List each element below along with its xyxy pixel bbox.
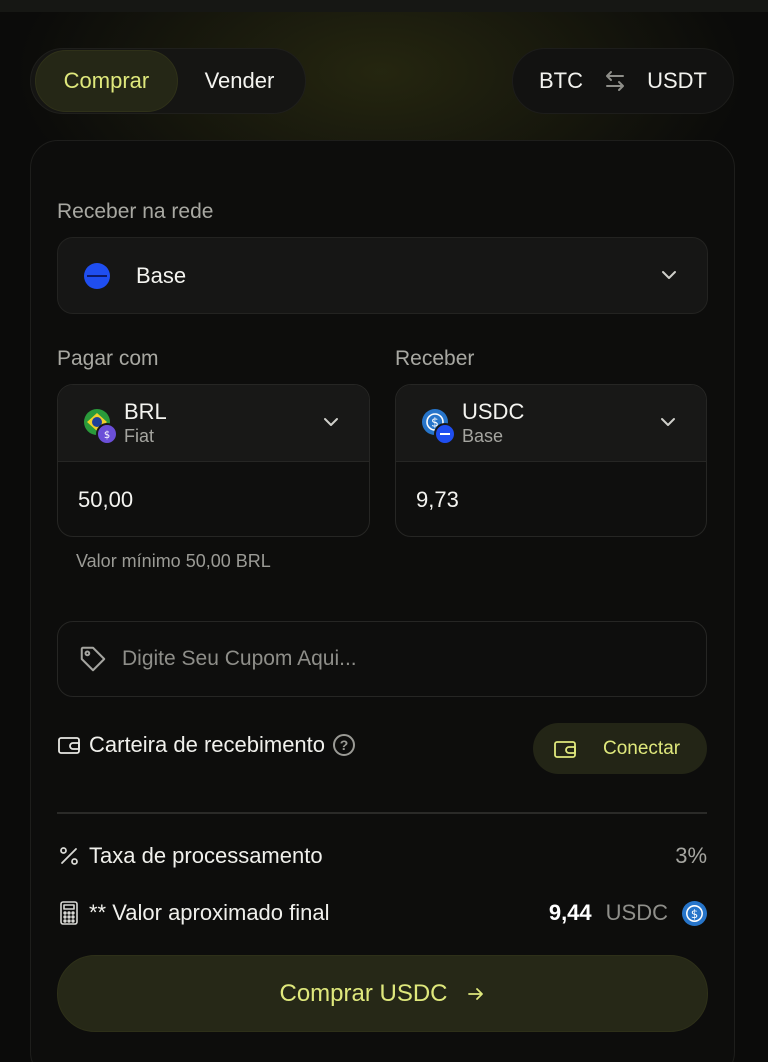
receive-box: $ USDC Base: [395, 384, 707, 537]
help-icon[interactable]: ?: [333, 734, 356, 756]
network-value: Base: [136, 262, 187, 288]
pay-amount-input[interactable]: [58, 462, 369, 536]
receive-amount-input[interactable]: [396, 462, 706, 536]
receive-label: Receber: [395, 347, 475, 370]
usdc-coin-icon: $: [422, 409, 456, 445]
calculator-icon: [60, 901, 78, 925]
pay-currency-code: BRL: [124, 399, 167, 424]
chevron-down-icon: [661, 418, 675, 426]
final-value-label: ** Valor aproximado final: [89, 900, 330, 925]
wallet-icon: [58, 737, 80, 754]
svg-text:$: $: [691, 906, 698, 920]
tag-icon: [80, 646, 106, 672]
top-bar: [0, 0, 768, 12]
svg-text:$: $: [104, 430, 110, 440]
fee-label: Taxa de processamento: [89, 843, 323, 868]
base-network-icon: [84, 262, 110, 289]
pay-box: $ BRL Fiat: [57, 384, 370, 537]
coupon-field[interactable]: [57, 621, 707, 697]
connect-wallet-button[interactable]: Conectar: [533, 723, 707, 774]
connect-label: Conectar: [603, 737, 681, 759]
pay-currency-select[interactable]: $ BRL Fiat: [58, 385, 369, 462]
chevron-down-icon: [662, 270, 676, 279]
fee-row: Taxa de processamento 3%: [57, 843, 707, 869]
network-label: Receber na rede: [57, 200, 214, 223]
coupon-input[interactable]: [122, 647, 682, 671]
base-network-icon: [434, 423, 456, 445]
minimum-value-note: Valor mínimo 50,00 BRL: [76, 551, 271, 571]
pair-selector[interactable]: BTC USDT: [512, 48, 734, 114]
fee-value: 3%: [675, 843, 707, 868]
final-amount: 9,44: [548, 900, 592, 925]
receive-currency-code: USDC: [462, 399, 525, 424]
percent-icon: [60, 847, 78, 865]
wallet-label: Carteira de recebimento: [89, 732, 326, 757]
buy-button[interactable]: Comprar USDC: [57, 955, 708, 1032]
swap-arrows-icon[interactable]: [603, 70, 627, 92]
buy-button-label: Comprar USDC: [279, 979, 448, 1007]
brl-coin-icon: $: [84, 409, 118, 445]
usdc-icon: $: [682, 900, 707, 926]
final-value-row: ** Valor aproximado final 9,44 USDC $: [57, 900, 707, 926]
wallet-row: Carteira de recebimento ?: [57, 732, 356, 758]
receive-currency-select[interactable]: $ USDC Base: [396, 385, 706, 462]
pay-label: Pagar com: [57, 347, 159, 370]
final-currency: USDC: [605, 900, 668, 925]
chevron-down-icon: [324, 418, 338, 426]
fiat-dollar-icon: $: [96, 423, 118, 445]
pair-left: BTC: [539, 68, 583, 93]
receive-network: Base: [462, 426, 504, 446]
pair-right: USDT: [647, 68, 707, 93]
tab-sell[interactable]: Vender: [178, 50, 301, 112]
tab-buy[interactable]: Comprar: [35, 50, 178, 112]
pay-currency-type: Fiat: [124, 426, 155, 446]
network-select[interactable]: Base: [57, 237, 708, 314]
arrow-right-icon: [467, 987, 483, 1000]
divider: [57, 812, 707, 814]
wallet-icon: [554, 740, 576, 758]
buy-sell-toggle: Comprar Vender: [30, 48, 306, 114]
